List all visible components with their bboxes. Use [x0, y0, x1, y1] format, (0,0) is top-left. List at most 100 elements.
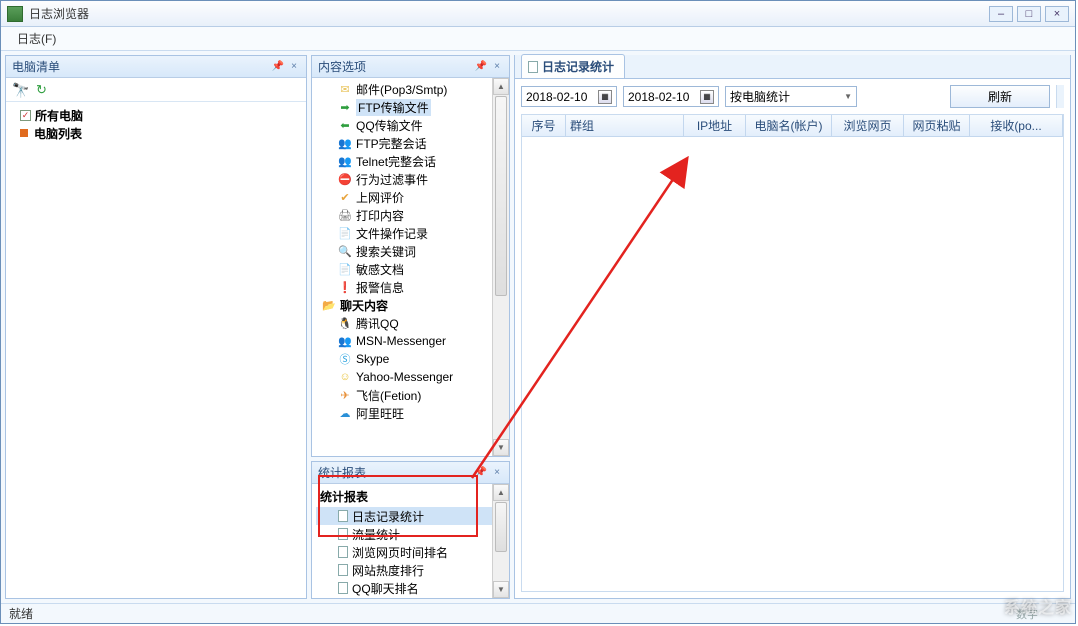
tree-label: 所有电脑 — [35, 107, 83, 124]
chat-item-qq[interactable]: 🐧腾讯QQ — [316, 314, 509, 332]
col-recv[interactable]: 接收(po... — [970, 115, 1063, 136]
chevron-down-icon: ▼ — [844, 92, 852, 101]
content-item-sensitive[interactable]: 📄敏感文档 — [316, 260, 509, 278]
page-icon — [338, 564, 348, 576]
page-icon — [528, 61, 538, 73]
msn-icon: 👥 — [338, 334, 352, 348]
status-text: 就绪 — [9, 605, 33, 622]
panel-main: 日志记录统计 2018-02-10 ▦ 2018-02-10 ▦ 按电脑统计 ▼ — [514, 55, 1071, 599]
chat-item-skype[interactable]: ⓈSkype — [316, 350, 509, 368]
page-icon — [338, 528, 348, 540]
mail-icon: ✉ — [338, 82, 352, 96]
binoculars-icon[interactable]: 🔭 — [12, 82, 28, 98]
tab-log-stat[interactable]: 日志记录统计 — [521, 54, 625, 78]
tab-label: 日志记录统计 — [542, 58, 614, 75]
panel-close-icon[interactable]: × — [288, 61, 300, 73]
date-to-input[interactable]: 2018-02-10 ▦ — [623, 86, 719, 107]
status-num: 数字 — [1016, 606, 1038, 622]
search-icon: 🔍 — [338, 244, 352, 258]
scrollbar[interactable]: ▲ ▼ — [492, 78, 509, 456]
tree-item-all[interactable]: 所有电脑 — [12, 106, 300, 124]
col-ip[interactable]: IP地址 — [684, 115, 746, 136]
content-item-fileop[interactable]: 📄文件操作记录 — [316, 224, 509, 242]
pin-icon[interactable]: 📌 — [475, 467, 487, 479]
tree-item-list[interactable]: 电脑列表 — [12, 124, 300, 142]
panel-content-options: 内容选项 📌 × ✉邮件(Pop3/Smtp) ➡FTP传输文件 ⬅QQ传输文件… — [311, 55, 510, 457]
filter-row: 2018-02-10 ▦ 2018-02-10 ▦ 按电脑统计 ▼ 刷新 — [521, 85, 1064, 108]
content-item-ftp-session[interactable]: 👥FTP完整会话 — [316, 134, 509, 152]
col-pc[interactable]: 电脑名(帐户) — [746, 115, 832, 136]
panel-header-computer-list: 电脑清单 📌 × — [6, 56, 306, 78]
stat-item-qq-rank[interactable]: QQ聊天排名 — [316, 579, 509, 597]
arrow-left-icon: ⬅ — [338, 118, 352, 132]
alert-icon: ❗ — [338, 280, 352, 294]
scrollbar[interactable]: ▲ ▼ — [492, 484, 509, 598]
chat-item-yahoo[interactable]: ☺Yahoo-Messenger — [316, 368, 509, 386]
block-icon: ⛔ — [338, 172, 352, 186]
pin-icon[interactable]: 📌 — [272, 61, 284, 73]
checkbox-icon[interactable] — [20, 110, 31, 121]
date-value: 2018-02-10 — [526, 90, 587, 104]
content-item-qq-transfer[interactable]: ⬅QQ传输文件 — [316, 116, 509, 134]
maximize-button[interactable]: □ — [1017, 6, 1041, 22]
date-value: 2018-02-10 — [628, 90, 689, 104]
scroll-down-icon[interactable]: ▼ — [493, 439, 509, 456]
content-item-telnet[interactable]: 👥Telnet完整会话 — [316, 152, 509, 170]
content-item-rating[interactable]: ✔上网评价 — [316, 188, 509, 206]
content-item-search[interactable]: 🔍搜索关键词 — [316, 242, 509, 260]
content-group-chat[interactable]: 📂聊天内容 — [316, 296, 509, 314]
menu-log[interactable]: 日志(F) — [9, 28, 64, 49]
panel-title: 内容选项 — [318, 58, 366, 75]
stat-item-site-rank[interactable]: 网站热度排行 — [316, 561, 509, 579]
result-grid[interactable]: 序号 群组 IP地址 电脑名(帐户) 浏览网页 网页粘贴 接收(po... — [521, 114, 1064, 592]
scroll-down-icon[interactable]: ▼ — [493, 581, 509, 598]
col-browse[interactable]: 浏览网页 — [832, 115, 904, 136]
chat-item-msn[interactable]: 👥MSN-Messenger — [316, 332, 509, 350]
close-button[interactable]: × — [1045, 6, 1069, 22]
content-item-print[interactable]: 🖨打印内容 — [316, 206, 509, 224]
calendar-icon[interactable]: ▦ — [598, 90, 612, 104]
panel-close-icon[interactable]: × — [491, 467, 503, 479]
tree-label: 电脑列表 — [34, 125, 82, 142]
stat-item-browse-rank[interactable]: 浏览网页时间排名 — [316, 543, 509, 561]
scroll-thumb[interactable] — [495, 502, 507, 552]
col-seq[interactable]: 序号 — [522, 115, 566, 136]
col-group[interactable]: 群组 — [566, 115, 684, 136]
panel-close-icon[interactable]: × — [491, 61, 503, 73]
grid-header: 序号 群组 IP地址 电脑名(帐户) 浏览网页 网页粘贴 接收(po... — [522, 115, 1063, 137]
content-item-filter[interactable]: ⛔行为过滤事件 — [316, 170, 509, 188]
panel-computer-list: 电脑清单 📌 × 🔭 ↻ 所有电脑 电脑列表 — [5, 55, 307, 599]
stat-item-traffic[interactable]: 流量统计 — [316, 525, 509, 543]
date-from-input[interactable]: 2018-02-10 ▦ — [521, 86, 617, 107]
panel-header-stat: 统计报表 📌 × — [312, 462, 509, 484]
stat-tree[interactable]: 统计报表 日志记录统计 流量统计 浏览网页时间排名 网站热度排行 QQ聊天排名 … — [312, 484, 509, 598]
refresh-button[interactable]: 刷新 — [950, 85, 1050, 108]
window-title: 日志浏览器 — [29, 5, 989, 22]
scroll-up-icon[interactable]: ▲ — [493, 484, 509, 501]
scroll-up-icon[interactable]: ▲ — [493, 78, 509, 95]
chat-item-fetion[interactable]: ✈飞信(Fetion) — [316, 386, 509, 404]
computer-tree[interactable]: 所有电脑 电脑列表 — [6, 102, 306, 598]
titlebar[interactable]: 日志浏览器 – □ × — [1, 1, 1075, 27]
refresh-icon[interactable]: ↻ — [36, 82, 52, 98]
pin-icon[interactable]: 📌 — [475, 61, 487, 73]
panel-middle: 内容选项 📌 × ✉邮件(Pop3/Smtp) ➡FTP传输文件 ⬅QQ传输文件… — [311, 55, 510, 599]
square-icon — [20, 129, 28, 137]
calendar-icon[interactable]: ▦ — [700, 90, 714, 104]
stat-item-log[interactable]: 日志记录统计 — [316, 507, 509, 525]
content-tree[interactable]: ✉邮件(Pop3/Smtp) ➡FTP传输文件 ⬅QQ传输文件 👥FTP完整会话… — [312, 78, 509, 456]
panel-title: 统计报表 — [318, 464, 366, 481]
combo-value: 按电脑统计 — [730, 88, 790, 105]
fetion-icon: ✈ — [338, 388, 352, 402]
content-item-alert[interactable]: ❗报警信息 — [316, 278, 509, 296]
stat-by-combo[interactable]: 按电脑统计 ▼ — [725, 86, 857, 107]
col-paste[interactable]: 网页粘贴 — [904, 115, 970, 136]
content-item-mail[interactable]: ✉邮件(Pop3/Smtp) — [316, 80, 509, 98]
minimize-button[interactable]: – — [989, 6, 1013, 22]
chat-item-aliww[interactable]: ☁阿里旺旺 — [316, 404, 509, 422]
content-item-ftp-transfer[interactable]: ➡FTP传输文件 — [316, 98, 509, 116]
scroll-thumb[interactable] — [495, 96, 507, 296]
page-icon — [338, 510, 348, 522]
stat-group[interactable]: 统计报表 — [316, 486, 509, 507]
arrow-right-icon: ➡ — [338, 100, 352, 114]
